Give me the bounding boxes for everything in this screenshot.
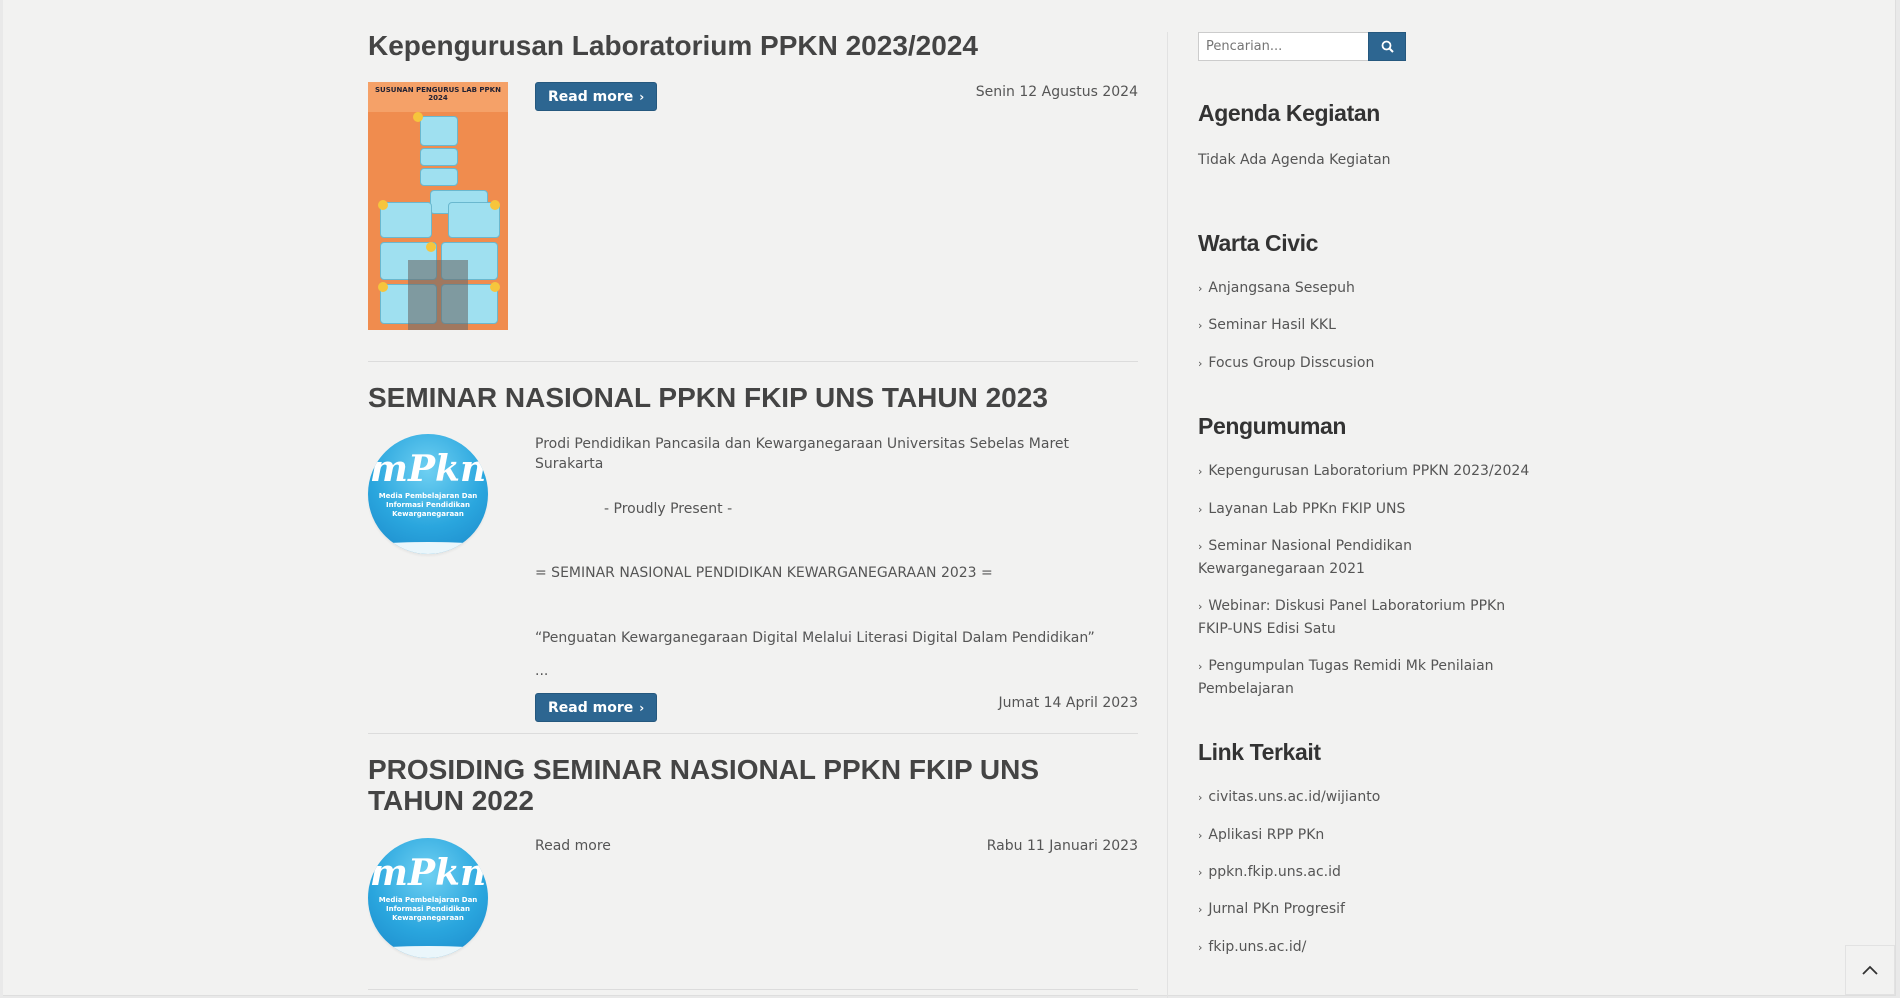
mpkn-logo: mPkn Media Pembelajaran Dan Informasi Pe…	[368, 434, 488, 554]
list-item[interactable]: › Kepengurusan Laboratorium PPKN 2023/202…	[1198, 460, 1543, 483]
chevron-right-icon: ›	[639, 700, 645, 715]
pengumuman-heading: Pengumuman	[1198, 413, 1347, 439]
logo-mark: mPkn	[369, 852, 487, 894]
excerpt-ellipsis: ...	[535, 663, 549, 679]
chevron-right-icon: ›	[1198, 503, 1203, 516]
page: Kepengurusan Laboratorium PPKN 2023/2024…	[3, 0, 1896, 998]
list-item[interactable]: › Seminar Nasional Pendidikan Kewarganega…	[1198, 535, 1543, 580]
list-item[interactable]: › Pengumpulan Tugas Remidi Mk Penilaian P…	[1198, 655, 1543, 700]
list-item[interactable]: › Aplikasi RPP PKn	[1198, 824, 1543, 847]
excerpt-line: - Proudly Present -	[604, 501, 733, 517]
post-title[interactable]: SEMINAR NASIONAL PPKN FKIP UNS TAHUN 202…	[368, 382, 1048, 413]
list-item-label: ppkn.fkip.uns.ac.id	[1208, 864, 1341, 880]
list-item-label: Seminar Nasional Pendidikan Kewarganegar…	[1198, 538, 1412, 577]
list-item[interactable]: › Layanan Lab PPKn FKIP UNS	[1198, 498, 1543, 521]
agenda-heading: Agenda Kegiatan	[1198, 100, 1380, 126]
excerpt-line: Prodi Pendidikan Pancasila dan Kewargane…	[535, 436, 1069, 472]
warta-heading: Warta Civic	[1198, 230, 1319, 256]
search-icon	[1381, 40, 1394, 53]
chevron-right-icon: ›	[1198, 660, 1203, 673]
list-item[interactable]: › Seminar Hasil KKL	[1198, 314, 1543, 337]
logo-tagline: Media Pembelajaran Dan Informasi Pendidi…	[378, 896, 478, 922]
chevron-right-icon: ›	[1198, 319, 1203, 332]
chevron-right-icon: ›	[1198, 941, 1203, 954]
post-date: Rabu 11 Januari 2023	[986, 838, 1138, 854]
list-item-label: Aplikasi RPP PKn	[1208, 827, 1325, 843]
post-title[interactable]: PROSIDING SEMINAR NASIONAL PPKN FKIP UNS…	[368, 754, 1088, 816]
sidebar-divider	[1167, 32, 1168, 998]
post-thumbnail[interactable]: SUSUNAN PENGURUS LAB PPKN 2024	[368, 82, 508, 330]
excerpt-line: = SEMINAR NASIONAL PENDIDIKAN KEWARGANEG…	[535, 565, 993, 581]
post-title[interactable]: Kepengurusan Laboratorium PPKN 2023/2024	[368, 30, 978, 61]
list-item[interactable]: › civitas.uns.ac.id/wijianto	[1198, 786, 1543, 809]
list-item[interactable]: › Anjangsana Sesepuh	[1198, 277, 1543, 300]
list-item-label: Pengumpulan Tugas Remidi Mk Penilaian Pe…	[1198, 658, 1494, 697]
post-thumbnail[interactable]: mPkn Media Pembelajaran Dan Informasi Pe…	[368, 838, 488, 958]
read-more-button[interactable]: Read more ›	[535, 693, 658, 722]
read-more-label: Read more	[548, 88, 634, 105]
list-item[interactable]: › Focus Group Disscusion	[1198, 352, 1543, 375]
back-to-top-button[interactable]	[1845, 945, 1895, 995]
logo-mark: mPkn	[369, 448, 487, 490]
list-item-label: Focus Group Disscusion	[1208, 355, 1375, 371]
chevron-right-icon: ›	[1198, 829, 1203, 842]
chevron-right-icon: ›	[1198, 866, 1203, 879]
list-item-label: Kepengurusan Laboratorium PPKN 2023/2024	[1208, 463, 1530, 479]
list-item[interactable]: › Webinar: Diskusi Panel Laboratorium PPK…	[1198, 595, 1543, 640]
post: PROSIDING SEMINAR NASIONAL PPKN FKIP UNS…	[368, 734, 1138, 990]
list-item-label: Jurnal PKn Progresif	[1208, 901, 1345, 917]
post-date: Jumat 14 April 2023	[998, 695, 1138, 711]
list-item[interactable]: › Jurnal PKn Progresif	[1198, 898, 1543, 921]
chevron-right-icon: ›	[1198, 540, 1203, 553]
chevron-right-icon: ›	[1198, 600, 1203, 613]
chevron-right-icon: ›	[1198, 903, 1203, 916]
chevron-right-icon: ›	[1198, 282, 1203, 295]
poster-header: SUSUNAN PENGURUS LAB PPKN 2024	[368, 82, 508, 112]
link-terkait-heading: Link Terkait	[1198, 739, 1321, 765]
post: SEMINAR NASIONAL PPKN FKIP UNS TAHUN 202…	[368, 362, 1138, 734]
chevron-right-icon: ›	[1198, 791, 1203, 804]
logo-tagline: Media Pembelajaran Dan Informasi Pendidi…	[378, 492, 478, 518]
list-item[interactable]: › ppkn.fkip.uns.ac.id	[1198, 861, 1543, 884]
list-item[interactable]: › fkip.uns.ac.id/	[1198, 936, 1543, 959]
search-button[interactable]	[1368, 32, 1406, 61]
main-content: Kepengurusan Laboratorium PPKN 2023/2024…	[368, 0, 1138, 990]
post-date: Senin 12 Agustus 2024	[975, 84, 1138, 100]
post: Kepengurusan Laboratorium PPKN 2023/2024…	[368, 0, 1138, 362]
chevron-right-icon: ›	[639, 89, 645, 104]
search-form	[1198, 32, 1406, 61]
list-item-label: fkip.uns.ac.id/	[1208, 939, 1307, 955]
list-item-label: civitas.uns.ac.id/wijianto	[1208, 789, 1381, 805]
chevron-up-icon	[1862, 965, 1878, 975]
read-more-button[interactable]: Read more ›	[535, 82, 658, 111]
mpkn-logo: mPkn Media Pembelajaran Dan Informasi Pe…	[368, 838, 488, 958]
excerpt-line: “Penguatan Kewarganegaraan Digital Melal…	[535, 630, 1095, 646]
chevron-right-icon: ›	[1198, 465, 1203, 478]
list-item-label: Seminar Hasil KKL	[1208, 317, 1336, 333]
list-item-label: Anjangsana Sesepuh	[1208, 280, 1355, 296]
read-more-link[interactable]: Read more	[535, 838, 611, 854]
agenda-empty-text: Tidak Ada Agenda Kegiatan	[1198, 152, 1391, 168]
post-thumbnail[interactable]: mPkn Media Pembelajaran Dan Informasi Pe…	[368, 434, 488, 554]
read-more-label: Read more	[548, 699, 634, 716]
search-input[interactable]	[1198, 32, 1368, 61]
list-item-label: Layanan Lab PPKn FKIP UNS	[1208, 501, 1406, 517]
list-item-label: Webinar: Diskusi Panel Laboratorium PPKn…	[1198, 598, 1506, 637]
chevron-right-icon: ›	[1198, 357, 1203, 370]
